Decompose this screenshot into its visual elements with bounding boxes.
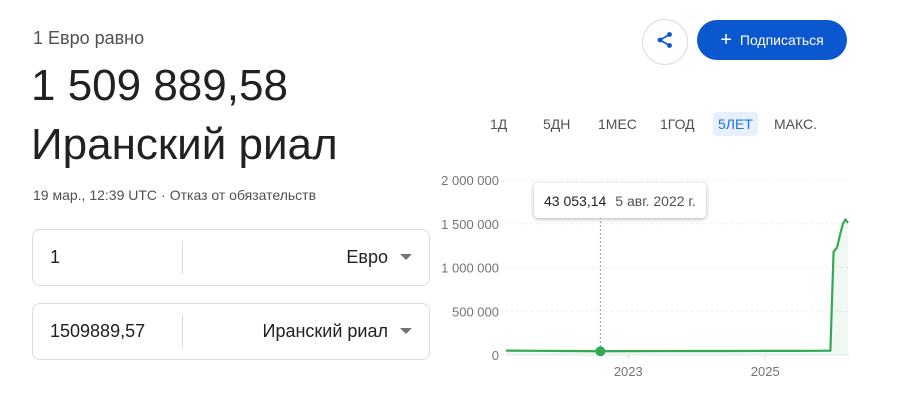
field-divider (182, 241, 183, 274)
plus-icon: + (720, 29, 732, 51)
y-tick-label: 1 500 000 (441, 217, 499, 232)
hover-point (595, 346, 606, 357)
y-tick-label: 2 000 000 (441, 173, 499, 188)
share-icon (656, 31, 674, 54)
tab-5d[interactable]: 5ДН (538, 112, 575, 136)
tab-5y[interactable]: 5ЛЕТ (713, 112, 758, 136)
converted-amount: 1 509 889,58 (31, 61, 288, 110)
tooltip-value: 43 053,14 (544, 192, 607, 209)
tab-1y[interactable]: 1ГОД (655, 112, 700, 136)
tab-max[interactable]: МАКС. (769, 112, 822, 136)
converter-to-row: 1509889,57 Иранский риал (32, 303, 430, 360)
series-line (505, 218, 849, 353)
y-tick-label: 1 000 000 (441, 261, 499, 276)
y-tick-label: 0 (492, 348, 499, 363)
y-tick-label: 500 000 (452, 304, 499, 319)
chevron-down-icon[interactable] (400, 254, 412, 260)
page-subtitle: 1 Евро равно (33, 28, 145, 48)
disclaimer-link[interactable]: Отказ от обязательств (170, 187, 316, 203)
x-tick-label: 2025 (751, 364, 780, 379)
tab-1m[interactable]: 1МЕС (593, 112, 642, 136)
to-amount-input[interactable]: 1509889,57 (50, 304, 145, 359)
target-currency-name: Иранский риал (31, 120, 338, 169)
x-tick-label: 2023 (614, 364, 643, 379)
from-amount-input[interactable]: 1 (50, 230, 60, 285)
meta-line: 19 мар., 12:39 UTC · Отказ от обязательств (33, 187, 316, 203)
field-divider (182, 315, 183, 348)
chart-tooltip: 43 053,14 5 авг. 2022 г. (534, 183, 706, 218)
subscribe-label: Подписаться (739, 32, 824, 48)
tab-1d[interactable]: 1Д (485, 112, 512, 136)
chevron-down-icon[interactable] (400, 328, 412, 334)
subscribe-button[interactable]: + Подписаться (697, 20, 847, 60)
share-button[interactable] (642, 19, 688, 65)
to-currency-select[interactable]: Иранский риал (263, 304, 388, 359)
series-area (506, 219, 848, 355)
tooltip-date: 5 авг. 2022 г. (615, 192, 696, 209)
from-currency-select[interactable]: Евро (346, 230, 388, 285)
meta-separator: · (161, 187, 166, 203)
timestamp: 19 мар., 12:39 UTC (33, 187, 158, 203)
converter-from-row: 1 Евро (32, 229, 430, 286)
